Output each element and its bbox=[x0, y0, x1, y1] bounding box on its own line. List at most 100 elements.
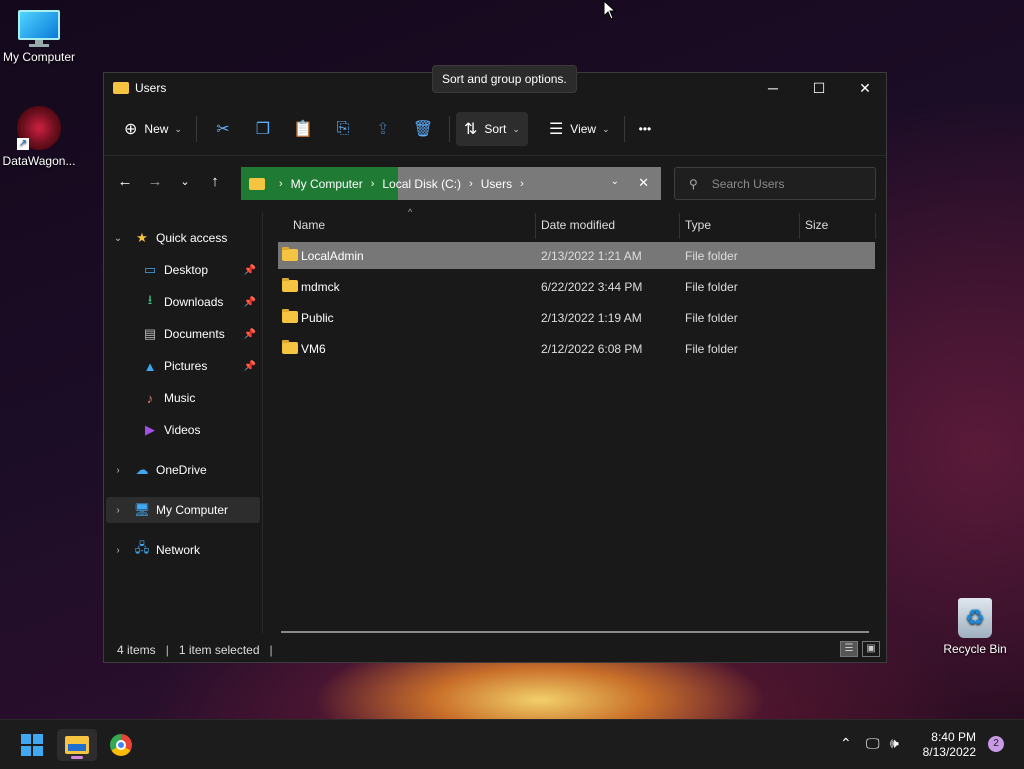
column-divider[interactable] bbox=[535, 213, 536, 239]
cut-button[interactable]: ✂ bbox=[207, 112, 239, 146]
sidebar-item-downloads[interactable]: ⭳ Downloads 📌 bbox=[106, 289, 260, 315]
sidebar-item-label: Desktop bbox=[164, 263, 209, 277]
sidebar-item-desktop[interactable]: ▭ Desktop 📌 bbox=[106, 257, 260, 283]
sidebar-item-documents[interactable]: ▤ Documents 📌 bbox=[106, 321, 260, 347]
rename-button[interactable]: ⎘ bbox=[327, 112, 359, 146]
item-count: 4 items bbox=[117, 643, 156, 657]
divider bbox=[623, 116, 625, 142]
maximize-button[interactable]: ☐ bbox=[796, 73, 842, 103]
column-header-type[interactable]: Type bbox=[685, 218, 711, 232]
column-divider[interactable] bbox=[679, 213, 680, 239]
chevron-right-icon[interactable]: › bbox=[112, 505, 124, 516]
search-icon: ⚲ bbox=[689, 176, 698, 191]
chevron-up-icon[interactable]: ⌃ bbox=[840, 735, 852, 752]
chevron-right-icon: › bbox=[520, 177, 524, 190]
column-divider[interactable] bbox=[875, 213, 876, 239]
see-more-button[interactable]: ••• bbox=[631, 112, 660, 146]
share-button[interactable]: ⇪ bbox=[367, 112, 399, 146]
search-box[interactable]: ⚲ bbox=[674, 167, 876, 200]
paste-button[interactable]: 📋 bbox=[287, 112, 319, 146]
sidebar-item-label: Documents bbox=[164, 327, 225, 341]
pin-icon: 📌 bbox=[243, 296, 256, 308]
details-view-icon: ☰ bbox=[844, 643, 854, 654]
table-row[interactable]: mdmck 6/22/2022 3:44 PM File folder bbox=[278, 273, 875, 300]
column-header-name[interactable]: Name bbox=[293, 218, 325, 232]
close-icon[interactable]: ✕ bbox=[638, 175, 649, 191]
file-date: 6/22/2022 3:44 PM bbox=[541, 280, 643, 294]
tiles-view-button[interactable]: ▣ bbox=[862, 641, 880, 657]
chevron-right-icon: › bbox=[370, 177, 375, 190]
sidebar-item-videos[interactable]: ▶ Videos bbox=[106, 417, 260, 443]
chevron-right-icon[interactable]: › bbox=[112, 545, 124, 556]
navigation-pane: ⌄ ★ Quick access ▭ Desktop 📌 ⭳ Downloads… bbox=[104, 213, 263, 633]
network-status-icon[interactable]: 🖵 bbox=[866, 735, 880, 752]
desktop-icon-datawagon[interactable]: ↗ DataWagon... bbox=[0, 106, 84, 168]
up-button[interactable]: ↑ bbox=[200, 173, 230, 190]
file-date: 2/13/2022 1:19 AM bbox=[541, 311, 642, 325]
sidebar-item-label: Videos bbox=[164, 423, 201, 437]
chevron-down-icon[interactable]: ⌄ bbox=[611, 176, 619, 187]
chevron-down-icon[interactable]: ⌄ bbox=[112, 233, 124, 244]
volume-icon[interactable]: 🕪 bbox=[890, 735, 899, 752]
start-button[interactable] bbox=[12, 729, 52, 761]
chevron-right-icon: › bbox=[279, 177, 283, 190]
recent-locations-button[interactable]: ⌄ bbox=[170, 175, 200, 188]
breadcrumb-item[interactable]: Users bbox=[481, 177, 512, 191]
recycle-bin-icon: ♻ bbox=[958, 598, 992, 638]
sidebar-item-network[interactable]: › 🖧 Network bbox=[106, 537, 260, 563]
notification-badge[interactable]: 2 bbox=[988, 736, 1004, 752]
horizontal-scrollbar[interactable] bbox=[281, 631, 869, 633]
forward-button[interactable]: → bbox=[140, 173, 170, 190]
desktop-icon-recycle-bin[interactable]: ♻ Recycle Bin bbox=[930, 598, 1020, 656]
column-header-size[interactable]: Size bbox=[805, 218, 828, 232]
selection-count: 1 item selected bbox=[178, 643, 260, 657]
sidebar-item-my-computer[interactable]: › 🖥 My Computer bbox=[106, 497, 260, 523]
breadcrumb: › My Computer › Local Disk (C:) › Users … bbox=[241, 177, 532, 191]
taskbar-chrome[interactable] bbox=[101, 729, 141, 761]
breadcrumb-item[interactable]: Local Disk (C:) bbox=[382, 177, 461, 191]
chevron-right-icon[interactable]: › bbox=[112, 465, 124, 476]
delete-button[interactable]: 🗑 bbox=[407, 112, 439, 146]
minimize-button[interactable]: ─ bbox=[750, 73, 796, 103]
column-header-date[interactable]: Date modified bbox=[541, 218, 615, 232]
desktop-icon-my-computer[interactable]: My Computer bbox=[0, 10, 84, 64]
title-bar[interactable]: Users Sort and group options. ─ ☐ ✕ bbox=[104, 65, 888, 103]
taskbar-file-explorer[interactable] bbox=[57, 729, 97, 761]
copy-icon: ❐ bbox=[255, 121, 271, 138]
details-view-button[interactable]: ☰ bbox=[840, 641, 858, 657]
address-bar[interactable]: › My Computer › Local Disk (C:) › Users … bbox=[241, 167, 661, 200]
table-row[interactable]: Public 2/13/2022 1:19 AM File folder bbox=[278, 304, 875, 331]
breadcrumb-item[interactable]: My Computer bbox=[291, 177, 363, 191]
column-headers: ^ Name Date modified Type Size bbox=[278, 207, 876, 239]
sidebar-item-quick-access[interactable]: ⌄ ★ Quick access bbox=[106, 225, 260, 251]
column-divider[interactable] bbox=[799, 213, 800, 239]
file-type: File folder bbox=[685, 342, 738, 356]
sidebar-item-pictures[interactable]: ▲ Pictures 📌 bbox=[106, 353, 260, 379]
back-button[interactable]: ← bbox=[110, 173, 140, 190]
more-icon: ••• bbox=[638, 122, 652, 136]
close-button[interactable]: ✕ bbox=[842, 73, 888, 103]
file-list: ^ Name Date modified Type Size LocalAdmi… bbox=[278, 207, 876, 633]
view-button[interactable]: ☰ View ⌄ bbox=[541, 112, 618, 146]
view-label: View bbox=[570, 122, 597, 136]
sidebar-item-music[interactable]: ♪ Music bbox=[106, 385, 260, 411]
sidebar-item-onedrive[interactable]: › ☁ OneDrive bbox=[106, 457, 260, 483]
file-explorer-icon bbox=[65, 736, 89, 754]
arrow-left-icon: ← bbox=[117, 172, 133, 190]
sort-button[interactable]: ⇅ Sort ⌄ bbox=[455, 112, 528, 146]
pin-icon: 📌 bbox=[243, 264, 256, 276]
file-name: VM6 bbox=[301, 342, 326, 356]
new-button[interactable]: ⊕ New ⌄ bbox=[116, 112, 190, 146]
table-row[interactable]: VM6 2/12/2022 6:08 PM File folder bbox=[278, 335, 875, 362]
copy-button[interactable]: ❐ bbox=[247, 112, 279, 146]
divider bbox=[195, 116, 197, 142]
clock[interactable]: 8:40 PM 8/13/2022 bbox=[923, 730, 976, 760]
plus-circle-icon: ⊕ bbox=[124, 121, 138, 138]
file-name: mdmck bbox=[301, 280, 340, 294]
active-indicator bbox=[71, 756, 83, 759]
table-row[interactable]: LocalAdmin 2/13/2022 1:21 AM File folder bbox=[278, 242, 875, 269]
star-icon: ★ bbox=[136, 230, 148, 245]
file-type: File folder bbox=[685, 249, 738, 263]
share-icon: ⇪ bbox=[376, 121, 390, 138]
search-input[interactable] bbox=[709, 175, 864, 192]
